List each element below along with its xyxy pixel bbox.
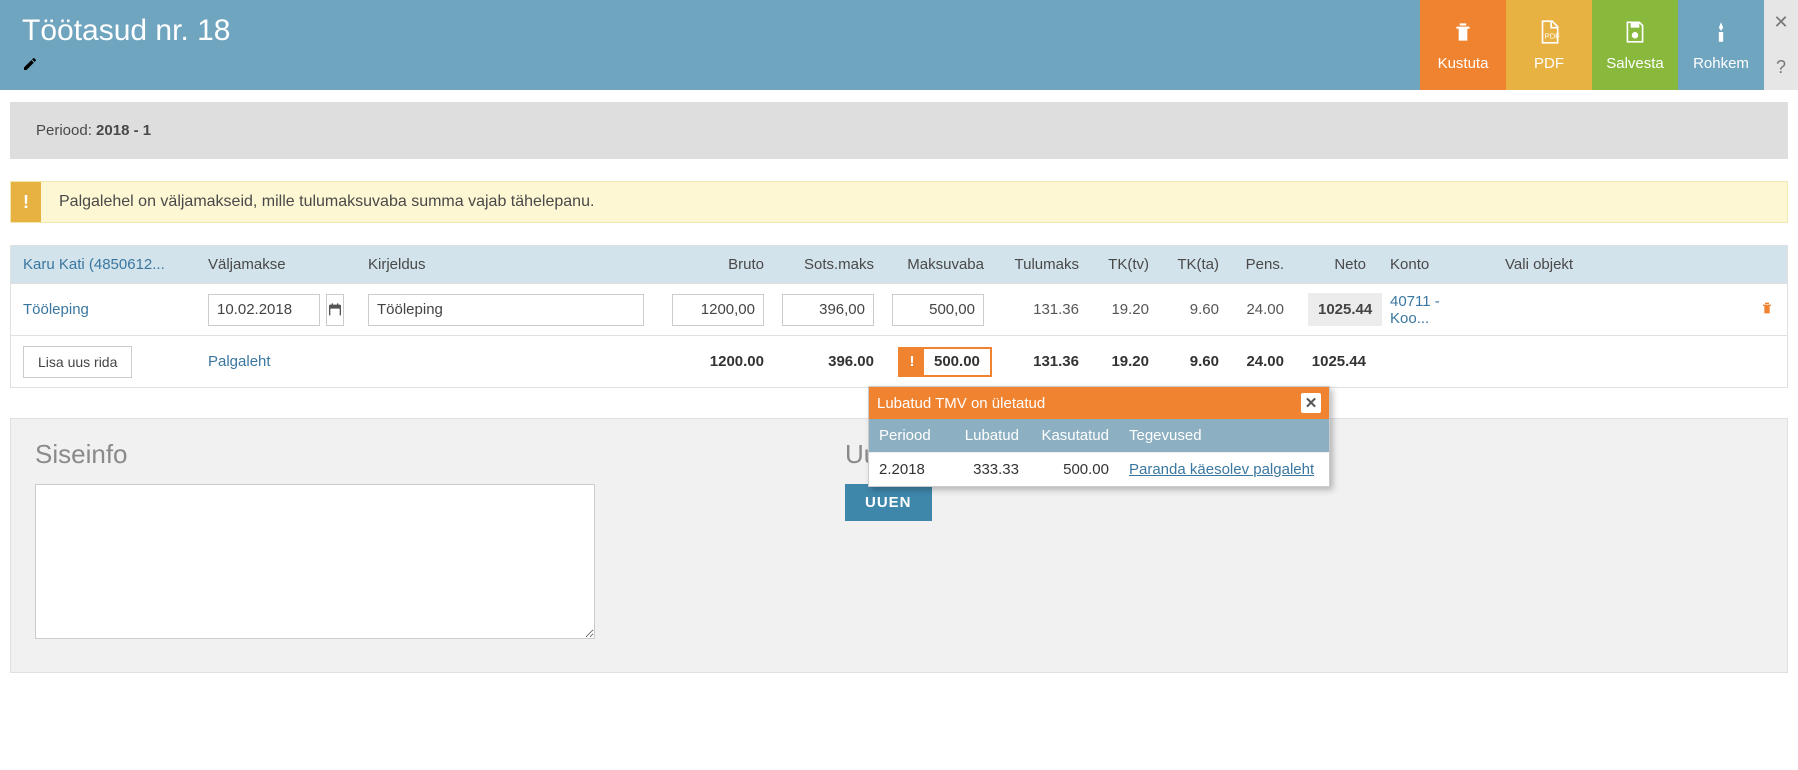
popup-th-kasutatud: Kasutatud bbox=[1029, 419, 1119, 452]
popup-th-tegevused: Tegevused bbox=[1119, 419, 1329, 452]
row-tktv: 19.20 bbox=[1091, 291, 1161, 328]
th-tkta: TK(ta) bbox=[1161, 246, 1231, 283]
palgaleht-link[interactable]: Palgaleht bbox=[196, 343, 356, 380]
delete-button[interactable]: Kustuta bbox=[1420, 0, 1506, 90]
th-maks: Maksuvaba bbox=[886, 246, 996, 283]
pdf-button[interactable]: PDF PDF bbox=[1506, 0, 1592, 90]
page-title: Töötasud nr. 18 bbox=[22, 14, 1398, 48]
add-row-button[interactable]: Lisa uus rida bbox=[23, 346, 132, 378]
row-delete-icon[interactable] bbox=[1747, 290, 1787, 330]
th-neto: Neto bbox=[1296, 246, 1378, 283]
uuend-button[interactable]: UUEN bbox=[845, 484, 932, 521]
page-header: Töötasud nr. 18 Kustuta PDF PDF Salvesta… bbox=[0, 0, 1798, 90]
period-label: Periood: bbox=[36, 122, 92, 139]
more-button[interactable]: Rohkem bbox=[1678, 0, 1764, 90]
th-payout: Väljamakse bbox=[196, 246, 356, 283]
siseinfo-title: Siseinfo bbox=[35, 439, 595, 470]
popup-th-period: Periood bbox=[869, 419, 949, 452]
row-pens: 24.00 bbox=[1231, 291, 1296, 328]
popup-kasutatud: 500.00 bbox=[1029, 453, 1119, 486]
svg-text:PDF: PDF bbox=[1545, 31, 1561, 40]
tmv-popup: Lubatud TMV on ületatud ✕ Periood Lubatu… bbox=[868, 386, 1330, 487]
foot-tulu: 131.36 bbox=[996, 343, 1091, 380]
table-row: Tööleping 131.36 19.20 9.60 24.00 1025.4… bbox=[11, 283, 1787, 335]
foot-neto: 1025.44 bbox=[1296, 343, 1378, 380]
row-contract-link[interactable]: Tööleping bbox=[11, 291, 196, 328]
th-tulu: Tulumaks bbox=[996, 246, 1091, 283]
date-input[interactable] bbox=[208, 294, 320, 326]
th-sots: Sots.maks bbox=[776, 246, 886, 283]
popup-period: 2.2018 bbox=[869, 453, 949, 486]
more-label: Rohkem bbox=[1693, 55, 1749, 72]
period-bar: Periood: 2018 - 1 bbox=[10, 102, 1788, 159]
foot-bruto: 1200.00 bbox=[656, 343, 776, 380]
popup-close-icon[interactable]: ✕ bbox=[1301, 393, 1321, 413]
edit-icon[interactable] bbox=[22, 59, 38, 76]
maksuvaba-warning[interactable]: ! 500.00 bbox=[898, 347, 992, 377]
delete-label: Kustuta bbox=[1438, 55, 1489, 72]
foot-sots: 396.00 bbox=[776, 343, 886, 380]
sots-input[interactable] bbox=[782, 294, 874, 326]
bruto-input[interactable] bbox=[672, 294, 764, 326]
pdf-label: PDF bbox=[1534, 55, 1564, 72]
help-button[interactable]: ? bbox=[1764, 45, 1798, 90]
row-tkta: 9.60 bbox=[1161, 291, 1231, 328]
warning-icon: ! bbox=[11, 182, 41, 222]
foot-pens: 24.00 bbox=[1231, 343, 1296, 380]
save-button[interactable]: Salvesta bbox=[1592, 0, 1678, 90]
maks-input[interactable] bbox=[892, 294, 984, 326]
th-konto: Konto bbox=[1378, 246, 1493, 283]
warning-bang-icon: ! bbox=[900, 349, 924, 375]
popup-fix-link[interactable]: Paranda käesolev palgaleht bbox=[1119, 453, 1329, 486]
warning-text: Palgalehel on väljamakseid, mille tuluma… bbox=[59, 193, 594, 211]
warning-alert: ! Palgalehel on väljamakseid, mille tulu… bbox=[10, 181, 1788, 223]
foot-maks: 500.00 bbox=[924, 353, 990, 370]
popup-row: 2.2018 333.33 500.00 Paranda käesolev pa… bbox=[869, 452, 1329, 486]
popup-th-lubatud: Lubatud bbox=[949, 419, 1029, 452]
close-button[interactable]: ✕ bbox=[1764, 0, 1798, 45]
row-konto-link[interactable]: 40711 - Koo... bbox=[1378, 283, 1493, 337]
save-label: Salvesta bbox=[1606, 55, 1664, 72]
table-footer: Lisa uus rida Palgaleht 1200.00 396.00 !… bbox=[11, 335, 1787, 387]
table-header: Karu Kati (4850612... Väljamakse Kirjeld… bbox=[11, 246, 1787, 283]
popup-header: Periood Lubatud Kasutatud Tegevused bbox=[869, 419, 1329, 452]
row-tulu: 131.36 bbox=[996, 291, 1091, 328]
period-value: 2018 - 1 bbox=[96, 122, 151, 139]
th-employee[interactable]: Karu Kati (4850612... bbox=[11, 246, 196, 283]
payroll-table: Karu Kati (4850612... Väljamakse Kirjeld… bbox=[10, 245, 1788, 388]
foot-tkta: 9.60 bbox=[1161, 343, 1231, 380]
siseinfo-textarea[interactable] bbox=[35, 484, 595, 639]
row-neto: 1025.44 bbox=[1308, 293, 1382, 326]
popup-lubatud: 333.33 bbox=[949, 453, 1029, 486]
foot-tktv: 19.20 bbox=[1091, 343, 1161, 380]
th-vali: Vali objekt bbox=[1493, 246, 1787, 283]
th-desc: Kirjeldus bbox=[356, 246, 656, 283]
th-pens: Pens. bbox=[1231, 246, 1296, 283]
calendar-icon[interactable] bbox=[326, 294, 344, 326]
th-bruto: Bruto bbox=[656, 246, 776, 283]
th-tktv: TK(tv) bbox=[1091, 246, 1161, 283]
popup-title-text: Lubatud TMV on ületatud bbox=[877, 395, 1045, 412]
desc-input[interactable] bbox=[368, 294, 644, 326]
